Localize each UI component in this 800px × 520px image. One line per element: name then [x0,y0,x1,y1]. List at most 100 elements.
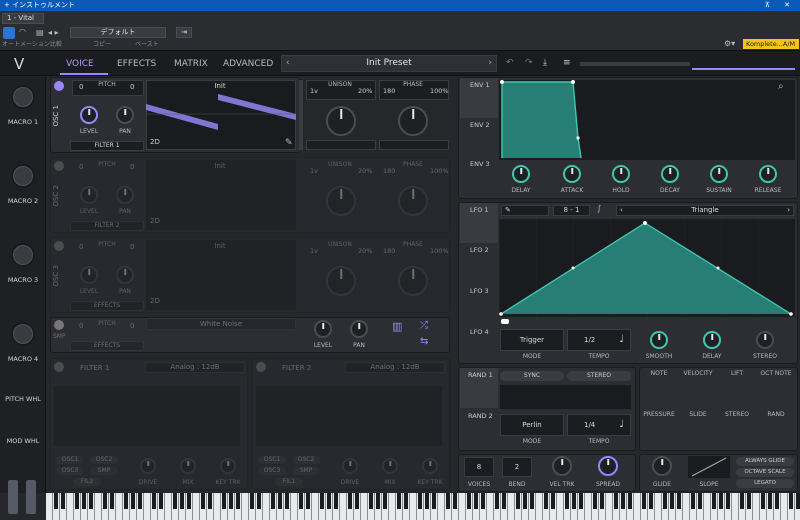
tab-env3[interactable]: ENV 3 [470,160,490,168]
black-key[interactable] [138,493,142,509]
host-label-paste[interactable]: ペースト [135,40,159,50]
osc1-tune[interactable]: 0 [130,83,134,91]
filter2-src-osc2[interactable]: OSC2 [292,456,320,464]
osc1-toggle[interactable] [54,81,64,91]
black-key[interactable] [663,493,667,509]
osc1-level-knob[interactable] [80,106,98,124]
black-key[interactable] [54,493,58,509]
black-key[interactable] [565,493,569,509]
osc3-wavetable[interactable] [146,240,296,310]
osc1-phase-value[interactable]: 180 [383,87,395,95]
black-key[interactable] [621,493,625,509]
lfo-grid-box[interactable]: 8 - 1 [553,205,590,216]
osc1-unison-detune[interactable]: 20% [358,87,372,95]
random-icon[interactable]: ⤮ [420,320,428,331]
black-key[interactable] [628,493,632,509]
black-key[interactable] [61,493,65,509]
filter1-src-osc1[interactable]: OSC1 [56,456,84,464]
tab-lfo3[interactable]: LFO 3 [470,287,489,295]
filter1-src-osc2[interactable]: OSC2 [90,456,118,464]
black-key[interactable] [229,493,233,509]
black-key[interactable] [551,493,555,509]
osc1-wave-name[interactable]: Init [200,82,240,90]
filter1-display[interactable] [54,386,240,446]
osc3-destination[interactable]: EFFECTS [70,301,144,311]
zoom-icon[interactable]: ⌕ [778,81,784,92]
black-key[interactable] [796,493,800,509]
black-key[interactable] [306,493,310,509]
smp-toggle[interactable] [54,320,64,330]
black-key[interactable] [236,493,240,509]
mod-lift[interactable]: LIFT [719,370,755,377]
lfo-trigger-mode[interactable]: Trigger [500,329,564,351]
black-key[interactable] [180,493,184,509]
undo-icon[interactable]: ↶ [506,58,514,68]
loop-icon[interactable]: ⇆ [420,336,428,347]
black-key[interactable] [740,493,744,509]
vel-trk-knob[interactable] [552,456,572,476]
lfo-tempo[interactable]: 1/2 ♩ [567,329,631,351]
lfo-phase-handle[interactable] [501,319,509,324]
black-key[interactable] [502,493,506,509]
lfo-paint-tool[interactable]: ✎ [501,205,549,216]
black-key[interactable] [131,493,135,509]
filter2-display[interactable] [256,386,442,446]
black-key[interactable] [544,493,548,509]
macro-1-knob[interactable] [11,85,35,109]
osc2-destination[interactable]: FILTER 2 [70,221,144,231]
osc2-distortion-knob[interactable] [326,186,356,216]
filter2-toggle[interactable] [256,362,266,372]
output-selector[interactable]: Komplete...A/M [743,39,799,49]
black-key[interactable] [698,493,702,509]
osc1-unison-voices[interactable]: 1v [310,87,318,95]
black-key[interactable] [348,493,352,509]
osc3-spectral-knob[interactable] [398,266,428,296]
black-key[interactable] [677,493,681,509]
redo-icon[interactable]: ↷ [525,58,533,68]
osc2-wave-name[interactable]: Init [200,162,240,170]
host-label-compare[interactable]: 比較 [50,40,62,50]
black-key[interactable] [278,493,282,509]
black-key[interactable] [481,493,485,509]
black-key[interactable] [152,493,156,509]
black-key[interactable] [572,493,576,509]
chevron-right-icon[interactable]: › [787,206,790,215]
lfo-shape-select[interactable]: ‹ Triangle › [616,205,794,216]
black-key[interactable] [579,493,583,509]
filter1-model[interactable]: Analog : 12dB [145,362,245,373]
black-key[interactable] [159,493,163,509]
spread-knob[interactable] [598,456,618,476]
black-key[interactable] [271,493,275,509]
preset-name[interactable]: ‹ Init Preset › [281,55,497,72]
osc3-tune[interactable]: 0 [130,243,134,251]
tab-advanced[interactable]: ADVANCED [223,59,273,69]
osc3-phase-random[interactable]: 100% [430,247,449,255]
osc2-phase-value[interactable]: 180 [383,167,395,175]
osc1-distortion-knob[interactable] [326,106,356,136]
black-key[interactable] [495,493,499,509]
tab-rand2[interactable]: RAND 2 [468,412,493,420]
env-release-knob[interactable] [759,165,777,183]
mod-pressure[interactable]: PRESSURE [641,411,677,418]
smp-level-knob[interactable] [314,320,332,338]
filter1-mix-knob[interactable] [180,458,196,474]
osc3-toggle[interactable] [54,241,64,251]
black-key[interactable] [103,493,107,509]
bypass-icon[interactable]: ⇥ [176,27,192,38]
black-key[interactable] [355,493,359,509]
black-key[interactable] [75,493,79,509]
preset-list-icon[interactable]: ▤ [36,28,44,37]
osc3-unison-detune[interactable]: 20% [358,247,372,255]
env-delay-knob[interactable] [512,165,530,183]
chevron-left-icon[interactable]: ‹ [620,206,623,215]
octave-scale-button[interactable]: OCTAVE SCALE [736,468,794,477]
filter1-src-osc3[interactable]: OSC3 [56,467,84,475]
black-key[interactable] [789,493,793,509]
osc2-mode[interactable]: 2D [150,217,160,225]
tab-lfo2[interactable]: LFO 2 [470,246,489,254]
gear-icon[interactable]: ⚙▾ [724,39,735,48]
black-key[interactable] [173,493,177,509]
filter1-drive-knob[interactable] [140,458,156,474]
filter2-src-fil1[interactable]: FIL1 [275,478,303,486]
tab-effects[interactable]: EFFECTS [117,59,156,69]
